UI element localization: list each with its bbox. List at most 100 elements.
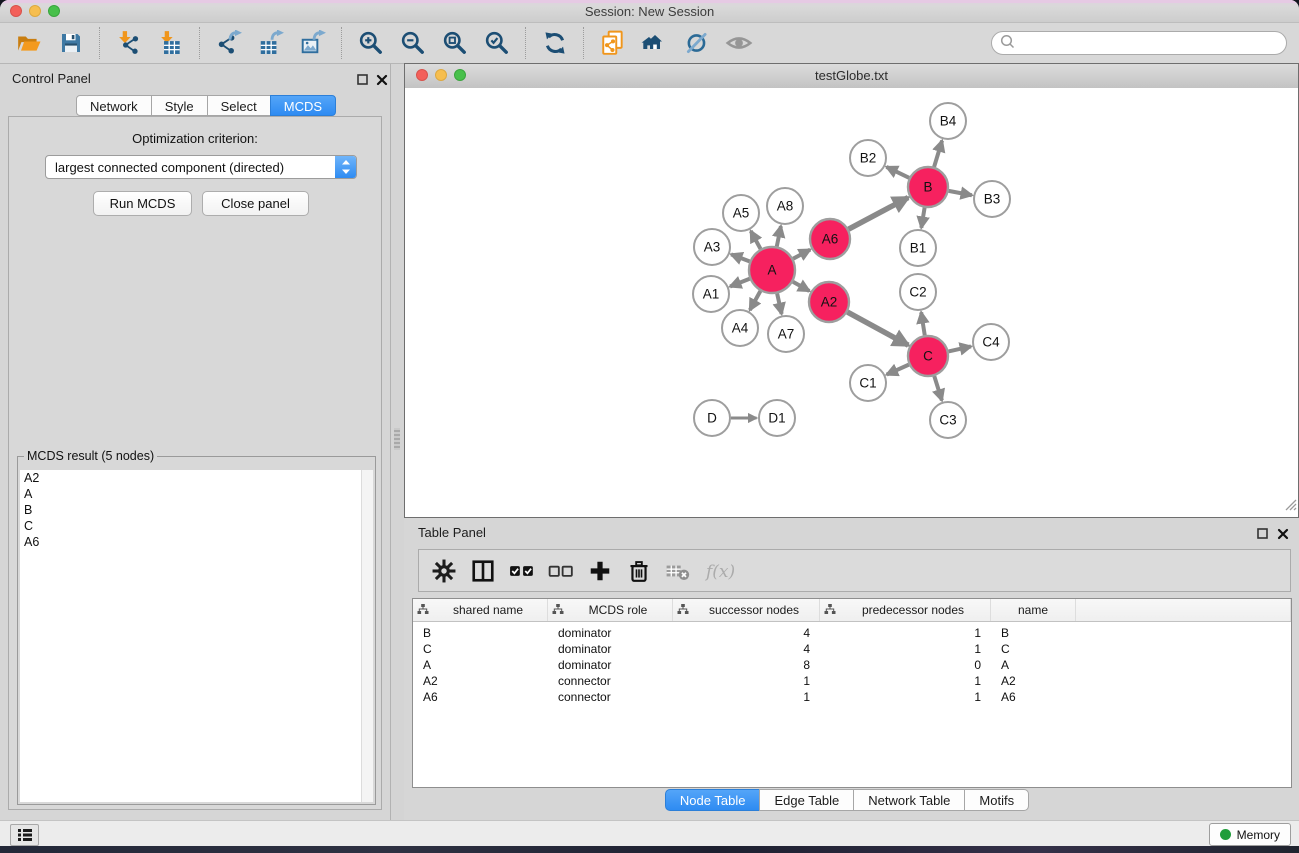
float-panel-icon[interactable] [357, 73, 369, 85]
import-table-icon[interactable] [154, 27, 188, 59]
table-row[interactable]: Cdominator41C [413, 641, 1291, 657]
network-node-A1[interactable]: A1 [693, 276, 729, 312]
tab-select[interactable]: Select [207, 95, 271, 116]
mcds-result-item[interactable]: A [20, 486, 373, 502]
network-edge-A-A7[interactable] [777, 293, 781, 314]
duplicate-network-icon[interactable] [596, 27, 630, 59]
refresh-icon[interactable] [538, 27, 572, 59]
mcds-result-item[interactable]: B [20, 502, 373, 518]
mcds-result-item[interactable]: A2 [20, 470, 373, 486]
tab-edge-table[interactable]: Edge Table [759, 789, 854, 811]
memory-button[interactable]: Memory [1209, 823, 1291, 846]
hide-graphics-details-icon[interactable] [680, 27, 714, 59]
network-edge-A-A4[interactable] [750, 291, 761, 310]
export-table-icon[interactable] [254, 27, 288, 59]
network-edge-C-C3[interactable] [934, 376, 942, 400]
run-mcds-button[interactable]: Run MCDS [93, 191, 192, 216]
column-header-name[interactable]: name [991, 599, 1076, 621]
table-row[interactable]: A2connector11A2 [413, 673, 1291, 689]
column-header-MCDS-role[interactable]: MCDS role [548, 599, 673, 621]
network-node-B3[interactable]: B3 [974, 181, 1010, 217]
network-edge-C-C2[interactable] [921, 312, 925, 335]
network-edge-C-C1[interactable] [887, 365, 909, 375]
network-node-D[interactable]: D [694, 400, 730, 436]
network-node-A3[interactable]: A3 [694, 229, 730, 265]
network-node-B[interactable]: B [908, 167, 948, 207]
show-graphics-details-icon[interactable] [722, 27, 756, 59]
network-node-B2[interactable]: B2 [850, 140, 886, 176]
network-edge-C-C4[interactable] [948, 346, 970, 351]
tab-mcds[interactable]: MCDS [270, 95, 336, 116]
task-history-button[interactable] [10, 824, 39, 846]
optimization-criterion-select[interactable]: largest connected component (directed) [45, 155, 357, 179]
network-node-D1[interactable]: D1 [759, 400, 795, 436]
mcds-result-item[interactable]: A6 [20, 534, 373, 550]
toggle-panel-layout-icon[interactable] [468, 556, 498, 586]
export-image-icon[interactable] [296, 27, 330, 59]
network-node-C[interactable]: C [908, 336, 948, 376]
vertical-splitter-grip[interactable] [394, 428, 400, 450]
close-panel-button[interactable]: Close panel [202, 191, 309, 216]
mcds-result-item[interactable]: C [20, 518, 373, 534]
float-table-panel-icon[interactable] [1257, 527, 1269, 539]
zoom-selected-icon[interactable] [480, 27, 514, 59]
zoom-out-icon[interactable] [396, 27, 430, 59]
tab-style[interactable]: Style [151, 95, 208, 116]
network-node-A8[interactable]: A8 [767, 188, 803, 224]
delete-columns-icon[interactable] [624, 556, 654, 586]
network-node-A6[interactable]: A6 [810, 219, 850, 259]
open-file-icon[interactable] [12, 27, 46, 59]
network-edge-A-A8[interactable] [777, 226, 781, 246]
table-row[interactable]: Adominator80A [413, 657, 1291, 673]
network-node-A4[interactable]: A4 [722, 310, 758, 346]
network-edge-B-B3[interactable] [949, 191, 972, 195]
network-edge-B-B1[interactable] [921, 208, 924, 228]
network-node-C1[interactable]: C1 [850, 365, 886, 401]
window-resize-grip[interactable] [1283, 497, 1297, 516]
network-node-B1[interactable]: B1 [900, 230, 936, 266]
network-node-A[interactable]: A [749, 247, 795, 293]
import-network-icon[interactable] [112, 27, 146, 59]
network-edge-A-A1[interactable] [730, 279, 750, 287]
tab-network[interactable]: Network [76, 95, 152, 116]
close-table-panel-icon[interactable] [1277, 527, 1289, 539]
unselect-all-columns-icon[interactable] [546, 556, 576, 586]
search-box[interactable] [991, 31, 1287, 55]
table-row[interactable]: A6connector11A6 [413, 689, 1291, 705]
network-edge-A-A5[interactable] [751, 231, 761, 249]
network-node-A5[interactable]: A5 [723, 195, 759, 231]
network-edge-A-A6[interactable] [793, 250, 810, 259]
table-row[interactable]: Bdominator41B [413, 625, 1291, 641]
select-all-columns-icon[interactable] [507, 556, 537, 586]
network-node-C4[interactable]: C4 [973, 324, 1009, 360]
network-node-C2[interactable]: C2 [900, 274, 936, 310]
network-edge-A-A2[interactable] [793, 282, 809, 291]
network-canvas[interactable]: B4 B2 B B3 A5A8A6 A3 B1 A A1 C2 A2 A4 A7 C4 C C1 D D1 C3 [405, 88, 1298, 517]
zoom-fit-icon[interactable] [438, 27, 472, 59]
zoom-in-icon[interactable] [354, 27, 388, 59]
network-node-A2[interactable]: A2 [809, 282, 849, 322]
column-header-predecessor-nodes[interactable]: predecessor nodes [820, 599, 991, 621]
network-edge-A-A3[interactable] [731, 254, 749, 261]
network-node-C3[interactable]: C3 [930, 402, 966, 438]
export-network-icon[interactable] [212, 27, 246, 59]
column-header-shared-name[interactable]: shared name [413, 599, 548, 621]
column-header-successor-nodes[interactable]: successor nodes [673, 599, 820, 621]
selected-criterion: largest connected component (directed) [46, 160, 335, 175]
network-edge-B-B2[interactable] [886, 167, 909, 178]
column-settings-icon[interactable] [429, 556, 459, 586]
create-column-icon[interactable] [585, 556, 615, 586]
save-session-icon[interactable] [54, 27, 88, 59]
network-edge-B-B4[interactable] [934, 141, 942, 167]
mcds-list-scrollbar[interactable] [361, 470, 373, 802]
network-node-B4[interactable]: B4 [930, 103, 966, 139]
network-edge-A6-B[interactable] [849, 198, 909, 230]
tab-node-table[interactable]: Node Table [665, 789, 761, 811]
network-edge-A2-C[interactable] [847, 312, 908, 345]
tab-motifs[interactable]: Motifs [964, 789, 1029, 811]
network-node-A7[interactable]: A7 [768, 316, 804, 352]
tab-network-table[interactable]: Network Table [853, 789, 965, 811]
close-panel-icon[interactable] [376, 73, 388, 85]
home-view-icon[interactable] [638, 27, 672, 59]
search-input[interactable] [1019, 33, 1286, 53]
